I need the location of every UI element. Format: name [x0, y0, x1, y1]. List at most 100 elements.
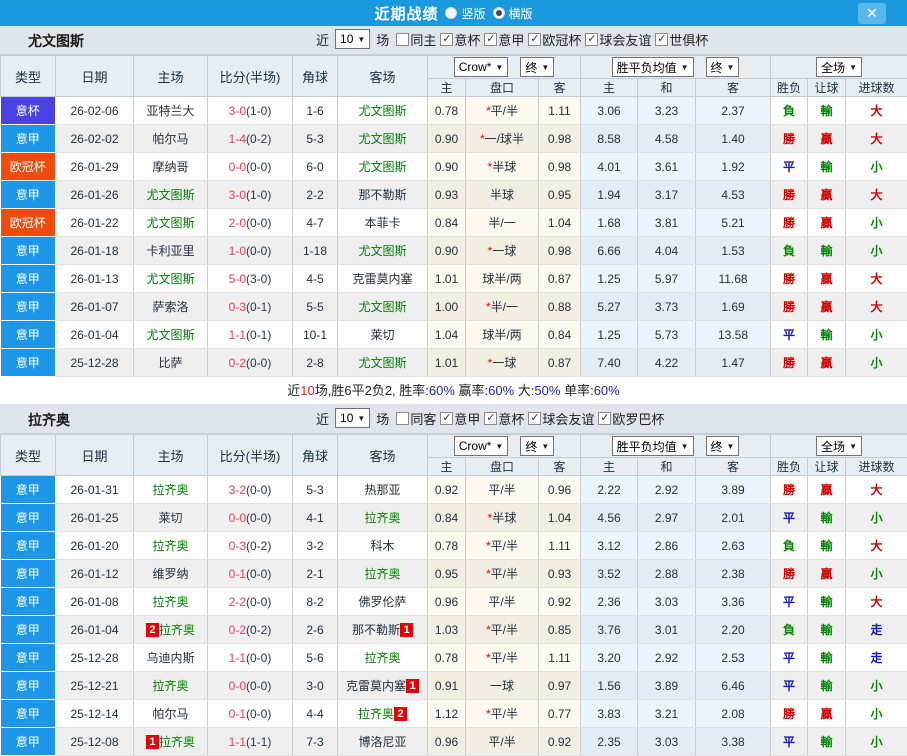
final-select-2[interactable]: 终▼ [706, 436, 740, 456]
sub-header-0: 主 [428, 79, 466, 97]
team-name-text: 拉齐奥 [159, 623, 195, 637]
home-team-cell: 拉齐奥 [134, 476, 208, 504]
ah-away-odds-cell: 0.98 [539, 153, 581, 181]
result-text: 贏 [821, 132, 833, 146]
bookmaker-select[interactable]: Crow*▼ [454, 436, 509, 456]
odds-average-select[interactable]: 胜平负均值▼ [612, 57, 694, 77]
checkbox-世俱杯[interactable] [655, 33, 668, 46]
score-cell: 0-0(0-0) [208, 153, 293, 181]
odds-average-select[interactable]: 胜平负均值▼ [612, 436, 694, 456]
fulltime-select[interactable]: 全场▼ [816, 436, 862, 456]
handicap-result-cell: 輸 [808, 728, 846, 756]
bookmaker-select[interactable]: Crow*▼ [454, 57, 509, 77]
final-select-1[interactable]: 终▼ [520, 57, 554, 77]
score-cell: 3-0(1-0) [208, 181, 293, 209]
team-section-0: 尤文图斯近10▼场同主意杯意甲欧冠杯球会友谊世俱杯类型日期主场比分(半场)角球客… [0, 26, 907, 405]
sub-header-1: 盘口 [466, 79, 539, 97]
checkbox-意甲[interactable] [484, 33, 497, 46]
sub-header-2: 客 [539, 458, 581, 476]
fulltime-select[interactable]: 全场▼ [816, 57, 862, 77]
ah-home-odds-cell: 0.92 [428, 476, 466, 504]
checkbox-球会友谊[interactable] [528, 412, 541, 425]
team-name-text: 拉齐奥 [159, 735, 195, 749]
result-text: 勝 [783, 216, 795, 230]
handicap-line-cell: *一/球半 [466, 125, 539, 153]
summary-segment: 场,胜6平2负2, 胜率: [315, 383, 429, 398]
halftime-score: (0-0) [246, 707, 271, 721]
checkbox-label[interactable]: 球会友谊 [599, 30, 651, 49]
checkbox-label[interactable]: 意甲 [498, 30, 524, 49]
halftime-score: (1-1) [246, 735, 271, 749]
checkbox-同客[interactable] [396, 412, 409, 425]
checkbox-欧冠杯[interactable] [528, 33, 541, 46]
wdl-result-cell: 平 [771, 644, 808, 672]
radio-horizontal[interactable] [493, 7, 505, 19]
checkbox-意甲[interactable] [440, 412, 453, 425]
checkbox-欧罗巴杯[interactable] [598, 412, 611, 425]
red-card-badge: 1 [400, 623, 413, 637]
final-select-2[interactable]: 终▼ [706, 57, 740, 77]
checkbox-同主[interactable] [396, 33, 409, 46]
checkbox-意杯[interactable] [440, 33, 453, 46]
fulltime-score: 0-1 [229, 707, 246, 721]
checkbox-label[interactable]: 欧罗巴杯 [612, 409, 664, 428]
close-icon[interactable]: ✕ [858, 3, 886, 24]
corner-cell: 5-3 [293, 125, 338, 153]
goals-result-cell: 走 [846, 616, 907, 644]
checkbox-label[interactable]: 意杯 [498, 409, 524, 428]
team-name-text: 拉齐奥 [364, 651, 400, 665]
final-select-1[interactable]: 终▼ [520, 436, 554, 456]
radio-horizontal-label[interactable]: 横版 [509, 5, 533, 22]
team-header-bar: 尤文图斯近10▼场同主意杯意甲欧冠杯球会友谊世俱杯 [0, 26, 907, 55]
away-team-cell: 那不勒斯1 [338, 616, 428, 644]
checkbox-意杯[interactable] [484, 412, 497, 425]
match-count-select-value: 10 [340, 32, 353, 46]
team-name-text: 尤文图斯 [358, 104, 406, 118]
corner-cell: 2-1 [293, 560, 338, 588]
col-header-1: 日期 [56, 435, 134, 476]
checkbox-label[interactable]: 同主 [410, 30, 436, 49]
result-dropdowns: 全场▼ [771, 436, 907, 456]
away-team-cell: 尤文图斯 [338, 97, 428, 125]
radio-vertical[interactable] [445, 7, 457, 19]
col-header-1: 日期 [56, 56, 134, 97]
ah-away-odds-cell: 1.11 [539, 644, 581, 672]
result-text: 大 [871, 595, 883, 609]
team-name-text: 乌迪内斯 [146, 651, 194, 665]
checkbox-label[interactable]: 世俱杯 [669, 30, 708, 49]
odds-home-cell: 7.40 [581, 349, 638, 377]
team-name-text: 摩纳哥 [152, 160, 188, 174]
handicap-line-cell: 平/半 [466, 728, 539, 756]
odds-group-header: 胜平负均值▼ 终▼ [581, 435, 771, 458]
match-count-select[interactable]: 10▼ [335, 29, 370, 49]
odds-away-cell: 2.63 [696, 532, 771, 560]
checkbox-球会友谊[interactable] [585, 33, 598, 46]
checkbox-label[interactable]: 球会友谊 [542, 409, 594, 428]
chevron-down-icon: ▼ [727, 63, 735, 72]
away-team-cell: 博洛尼亚 [338, 728, 428, 756]
checkbox-label[interactable]: 意杯 [454, 30, 480, 49]
competition-badge: 意甲 [1, 560, 56, 588]
result-text: 勝 [783, 483, 795, 497]
odds-home-cell: 4.56 [581, 504, 638, 532]
summary-segment: 10 [300, 383, 314, 398]
radio-vertical-label[interactable]: 竖版 [461, 5, 485, 22]
odds-away-cell: 1.53 [696, 237, 771, 265]
col-header-0: 类型 [1, 56, 56, 97]
table-row: 意甲25-12-28乌迪内斯1-1(0-0)5-6拉齐奥0.78*平/半1.11… [1, 644, 907, 672]
score-cell: 2-0(0-0) [208, 209, 293, 237]
score-cell: 2-2(0-0) [208, 588, 293, 616]
col-header-4: 角球 [293, 435, 338, 476]
halftime-score: (3-0) [246, 272, 271, 286]
team-name-text: 尤文图斯 [146, 328, 194, 342]
checkbox-label[interactable]: 同客 [410, 409, 436, 428]
checkbox-label[interactable]: 意甲 [454, 409, 480, 428]
score-cell: 0-2(0-0) [208, 349, 293, 377]
handicap-dropdowns: Crow*▼ 终▼ [428, 57, 580, 77]
ah-home-odds-cell: 1.03 [428, 616, 466, 644]
match-count-select[interactable]: 10▼ [335, 408, 370, 428]
checkbox-label[interactable]: 欧冠杯 [542, 30, 581, 49]
wdl-result-cell: 平 [771, 504, 808, 532]
handicap-text: 平/半 [491, 567, 518, 581]
result-text: 勝 [783, 567, 795, 581]
